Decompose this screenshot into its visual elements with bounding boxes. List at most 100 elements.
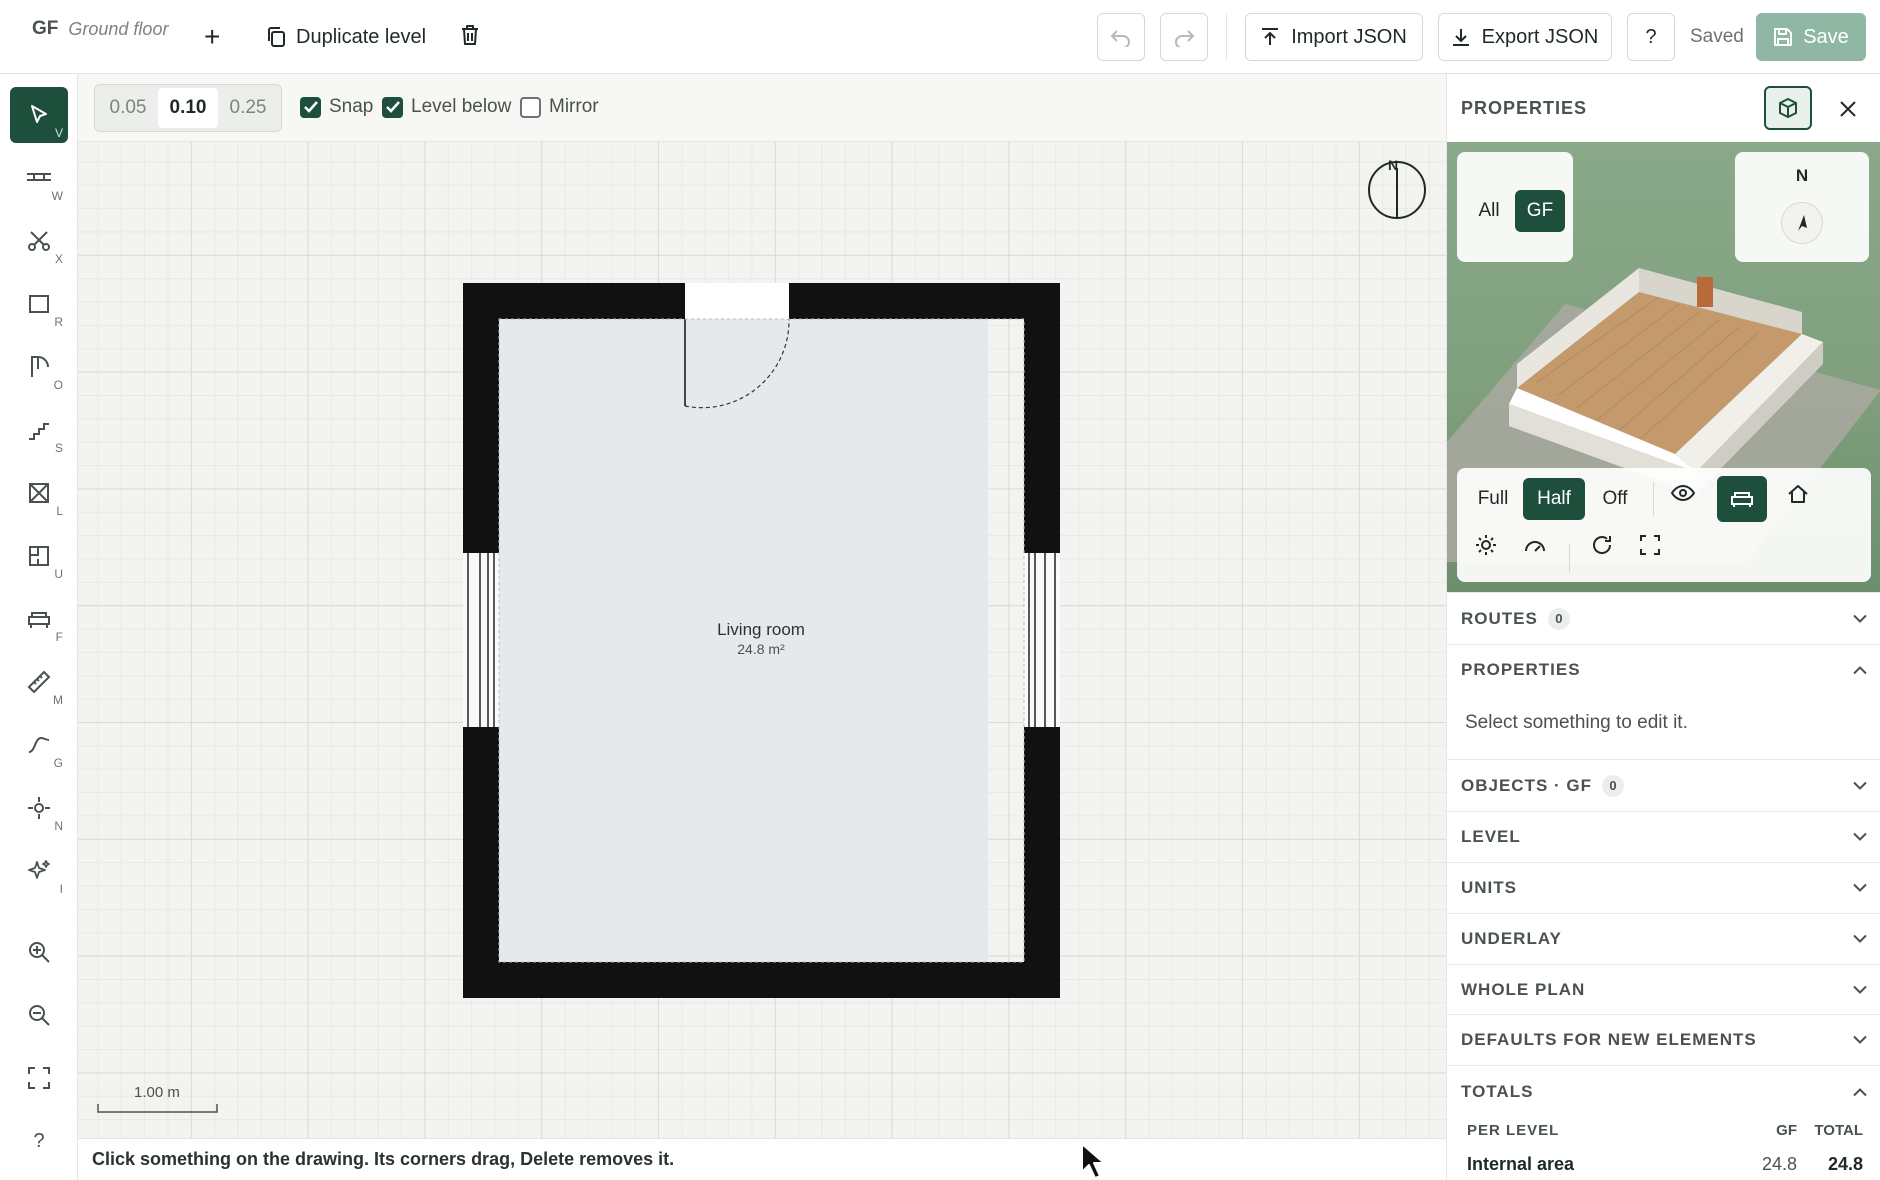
grid-size-selector: 0.05 0.10 0.25 [94, 84, 282, 132]
tool-furniture[interactable]: F [10, 591, 68, 647]
snap-checkbox[interactable] [300, 96, 321, 118]
totals-col-label: PER LEVEL [1467, 1122, 1560, 1139]
shortcuts-help-button[interactable]: ? [10, 1113, 68, 1169]
delete-level-button[interactable] [460, 24, 480, 46]
section-objects-title: OBJECTS · GF [1461, 775, 1593, 795]
export-json-button[interactable]: Export JSON [1438, 13, 1612, 61]
section-underlay[interactable]: UNDERLAY [1447, 913, 1880, 964]
help-button[interactable]: ? [1627, 13, 1675, 61]
section-level[interactable]: LEVEL [1447, 811, 1880, 862]
section-whole-plan-title: WHOLE PLAN [1461, 979, 1586, 999]
wall-mode-half[interactable]: Half [1523, 478, 1585, 520]
room-floor[interactable] [463, 318, 988, 962]
section-units[interactable]: UNITS [1447, 862, 1880, 913]
filter-all[interactable]: All [1465, 190, 1513, 232]
filter-gf[interactable]: GF [1515, 190, 1565, 232]
tool-north[interactable]: N [10, 780, 68, 836]
fullscreen-icon [1640, 535, 1660, 555]
duplicate-level-button[interactable]: Duplicate level [266, 20, 426, 54]
window-left[interactable] [463, 553, 499, 727]
speed-button[interactable] [1523, 534, 1547, 561]
tool-guide[interactable]: G [10, 717, 68, 773]
tool-inspect[interactable]: I [10, 843, 68, 899]
level-name: Ground floor [68, 18, 169, 39]
tool-stairs[interactable]: S [10, 402, 68, 458]
copy-icon [268, 27, 285, 47]
add-level-button[interactable]: + [204, 18, 220, 56]
wall-right-lower[interactable] [1024, 727, 1060, 998]
wall-mode-full[interactable]: Full [1465, 478, 1521, 520]
eye-icon [1670, 484, 1696, 502]
status-message: Click something on the drawing. Its corn… [92, 1149, 675, 1169]
section-whole-plan[interactable]: WHOLE PLAN [1447, 964, 1880, 1014]
grid-option-0.10[interactable]: 0.10 [158, 88, 218, 128]
sparkle-icon [28, 860, 50, 879]
drawing-canvas[interactable]: N Living room 24.8 m² 1.00 m [78, 142, 1446, 1138]
mirror-checkbox[interactable] [520, 96, 541, 118]
visibility-button[interactable] [1670, 484, 1696, 507]
grid-option-0.25[interactable]: 0.25 [218, 88, 278, 128]
section-underlay-title: UNDERLAY [1461, 929, 1562, 948]
chevron-up-icon [1853, 665, 1867, 674]
wall-bottom[interactable] [463, 962, 1060, 998]
tool-select[interactable]: V [10, 87, 68, 143]
wall-top-left[interactable] [463, 283, 685, 319]
3d-preview[interactable]: All GF N Full Half Off [1447, 142, 1880, 592]
chevron-down-icon [1853, 781, 1867, 790]
wall-right-upper[interactable] [1024, 283, 1060, 553]
curve-icon [28, 736, 50, 753]
snap-toggle[interactable]: Snap [300, 96, 373, 118]
save-button[interactable]: Save [1756, 13, 1866, 61]
section-routes[interactable]: ROUTES 0 [1447, 592, 1880, 644]
tool-wall[interactable]: W [10, 150, 68, 206]
fit-icon [28, 1067, 50, 1089]
totals-row-gf: 24.8 [1761, 1154, 1797, 1174]
3d-view-toggle[interactable] [1764, 86, 1812, 130]
totals-col-total: TOTAL [1814, 1122, 1863, 1139]
duplicate-level-label: Duplicate level [296, 25, 427, 48]
level-below-toggle[interactable]: Level below [382, 96, 511, 118]
home-view-button[interactable] [1787, 484, 1809, 509]
mirror-toggle[interactable]: Mirror [520, 96, 599, 118]
controls-divider-2 [1569, 544, 1570, 572]
tool-cut[interactable]: X [10, 213, 68, 269]
import-json-button[interactable]: Import JSON [1245, 13, 1423, 61]
section-totals[interactable]: TOTALS [1447, 1065, 1880, 1117]
view-compass-dial[interactable] [1781, 202, 1823, 244]
tool-key: I [59, 882, 63, 896]
room-name-label[interactable]: Living room [661, 620, 861, 640]
lighting-button[interactable] [1475, 534, 1497, 561]
tool-key: O [53, 378, 63, 392]
reset-view-button[interactable] [1591, 534, 1613, 561]
tool-unit[interactable]: U [10, 528, 68, 584]
section-objects[interactable]: OBJECTS · GF 0 [1447, 759, 1880, 811]
tool-room[interactable]: R [10, 276, 68, 332]
tool-lift[interactable]: L [10, 465, 68, 521]
section-totals-title: TOTALS [1461, 1081, 1534, 1101]
scale-label: 1.00 m [134, 1084, 180, 1101]
wall-left-lower[interactable] [463, 727, 499, 998]
tool-measure[interactable]: M [10, 654, 68, 710]
fullscreen-button[interactable] [1639, 534, 1661, 561]
close-panel-button[interactable] [1833, 94, 1863, 124]
furniture-view-button[interactable] [1717, 476, 1767, 522]
grid-option-0.05[interactable]: 0.05 [98, 88, 158, 128]
wall-left-upper[interactable] [463, 283, 499, 553]
section-defaults[interactable]: DEFAULTS FOR NEW ELEMENTS [1447, 1014, 1880, 1065]
zoom-in-button[interactable] [10, 924, 68, 980]
fit-view-button[interactable] [10, 1050, 68, 1106]
wall-mode-off[interactable]: Off [1587, 478, 1643, 520]
window-right[interactable] [1024, 553, 1060, 727]
undo-button[interactable] [1097, 13, 1145, 61]
wall-top-right[interactable] [789, 283, 1060, 319]
download-icon [1452, 29, 1469, 46]
door-opening[interactable] [685, 283, 789, 319]
level-below-checkbox[interactable] [382, 96, 403, 118]
save-label: Save [1803, 25, 1849, 48]
floorplan-icon [29, 546, 49, 566]
redo-button[interactable] [1160, 13, 1208, 61]
zoom-out-button[interactable] [10, 987, 68, 1043]
tool-opening[interactable]: O [10, 339, 68, 395]
section-properties[interactable]: PROPERTIES [1447, 644, 1880, 694]
level-selector[interactable]: GF Ground floor [32, 18, 168, 40]
